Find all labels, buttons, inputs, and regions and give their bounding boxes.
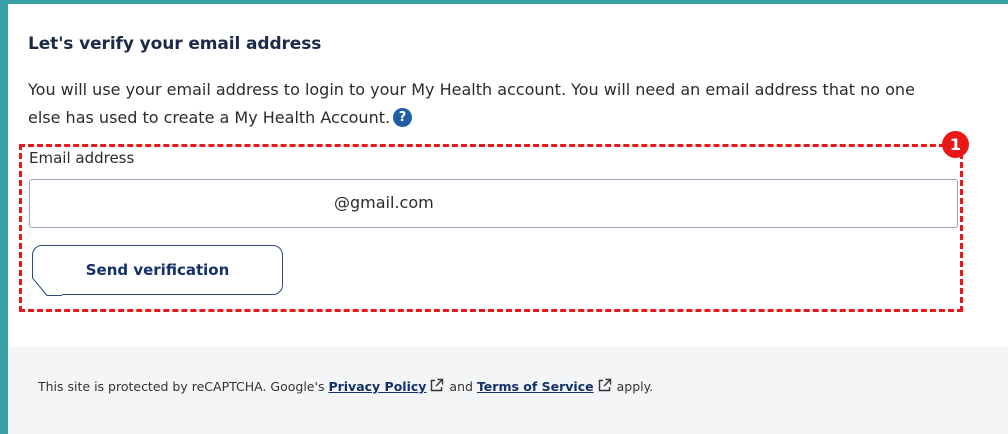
- apply-text: apply.: [616, 379, 654, 394]
- external-link-icon: [431, 378, 444, 392]
- send-verification-button[interactable]: Send verification: [32, 245, 283, 295]
- recaptcha-prefix: This site is protected by reCAPTCHA. Goo…: [38, 379, 325, 394]
- email-field[interactable]: [29, 179, 958, 228]
- button-corner-decoration: [32, 262, 62, 296]
- email-field-value: @gmail.com: [334, 193, 434, 212]
- description-text: You will use your email address to login…: [28, 80, 915, 127]
- annotation-badge: 1: [942, 131, 969, 158]
- recaptcha-notice: This site is protected by reCAPTCHA. Goo…: [38, 378, 653, 394]
- privacy-policy-link[interactable]: Privacy Policy: [328, 379, 426, 394]
- page-title: Let's verify your email address: [28, 34, 322, 54]
- terms-of-service-link[interactable]: Terms of Service: [477, 379, 594, 394]
- external-link-icon: [598, 378, 611, 392]
- email-field-label: Email address: [29, 149, 135, 167]
- description: You will use your email address to login…: [28, 76, 948, 132]
- question-circle-icon[interactable]: ?: [393, 108, 413, 127]
- and-text: and: [449, 379, 473, 394]
